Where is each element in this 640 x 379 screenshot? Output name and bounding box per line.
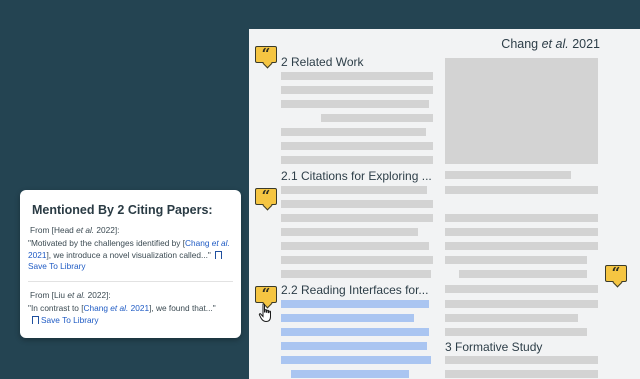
section-title-formative-study: 3 Formative Study [445,340,543,354]
highlighted-text-line [281,300,429,308]
text-line [281,86,433,94]
quote-icon[interactable]: “ [605,264,627,282]
citing-paper-source: From [Liu et al. 2022]: [30,290,111,300]
text-line [281,200,433,208]
text-line [281,128,426,136]
citing-paper-quote: "Motivated by the challenges identified … [28,238,230,271]
quote-icon[interactable]: “ [255,45,277,63]
text-line [445,370,598,378]
citing-paper-entry: From [Head et al. 2022]: "Motivated by t… [28,225,236,272]
text-line [281,256,433,264]
highlighted-text-line [281,356,431,364]
citing-paper-entry: From [Liu et al. 2022]: "In contrast to … [28,290,236,326]
figure-placeholder [445,58,598,164]
section-title-citations: 2.1 Citations for Exploring ... [281,169,432,183]
text-line [321,114,433,122]
section-title-related-work: 2 Related Work [281,55,364,69]
quote-icon[interactable]: “ [255,187,277,205]
bookmark-icon [32,315,39,324]
section-title-reading-interfaces: 2.2 Reading Interfaces for... [281,283,429,297]
popup-title: Mentioned By 2 Citing Papers: [32,203,213,217]
text-line [281,270,431,278]
text-line [445,186,598,194]
save-to-library-link[interactable]: Save To Library [32,315,99,325]
hand-pointer-icon [258,303,271,323]
highlighted-text-line [281,342,427,350]
text-line [445,300,598,308]
text-line [459,270,587,278]
text-line [445,228,598,236]
text-line [281,228,418,236]
highlighted-text-line [281,328,429,336]
divider [28,281,233,282]
citing-papers-popup: Mentioned By 2 Citing Papers: From [Head… [20,190,241,338]
paper-page: Chang et al. 2021 2 Related Work 2.1 Cit… [249,29,640,379]
text-line [281,72,433,80]
text-line [281,100,429,108]
text-line [281,186,427,194]
text-line [281,156,433,164]
text-line [445,214,598,222]
bookmark-icon [214,250,222,259]
text-line [445,171,571,179]
citation-link[interactable]: Chang et al. 2021 [84,303,150,313]
text-line [281,242,429,250]
text-line [445,242,598,250]
quote-icon[interactable]: “ [255,285,277,303]
highlighted-text-line [281,314,414,322]
citing-paper-source: From [Head et al. 2022]: [30,225,120,235]
text-line [281,214,433,222]
text-line [445,285,598,293]
text-line [445,314,578,322]
text-line [445,256,587,264]
highlighted-text-line [291,370,409,378]
text-line [445,356,598,364]
text-line [281,142,433,150]
citing-paper-quote: "In contrast to [Chang et al. 2021], we … [28,303,216,325]
text-line [445,328,587,336]
paper-header: Chang et al. 2021 [501,37,600,51]
